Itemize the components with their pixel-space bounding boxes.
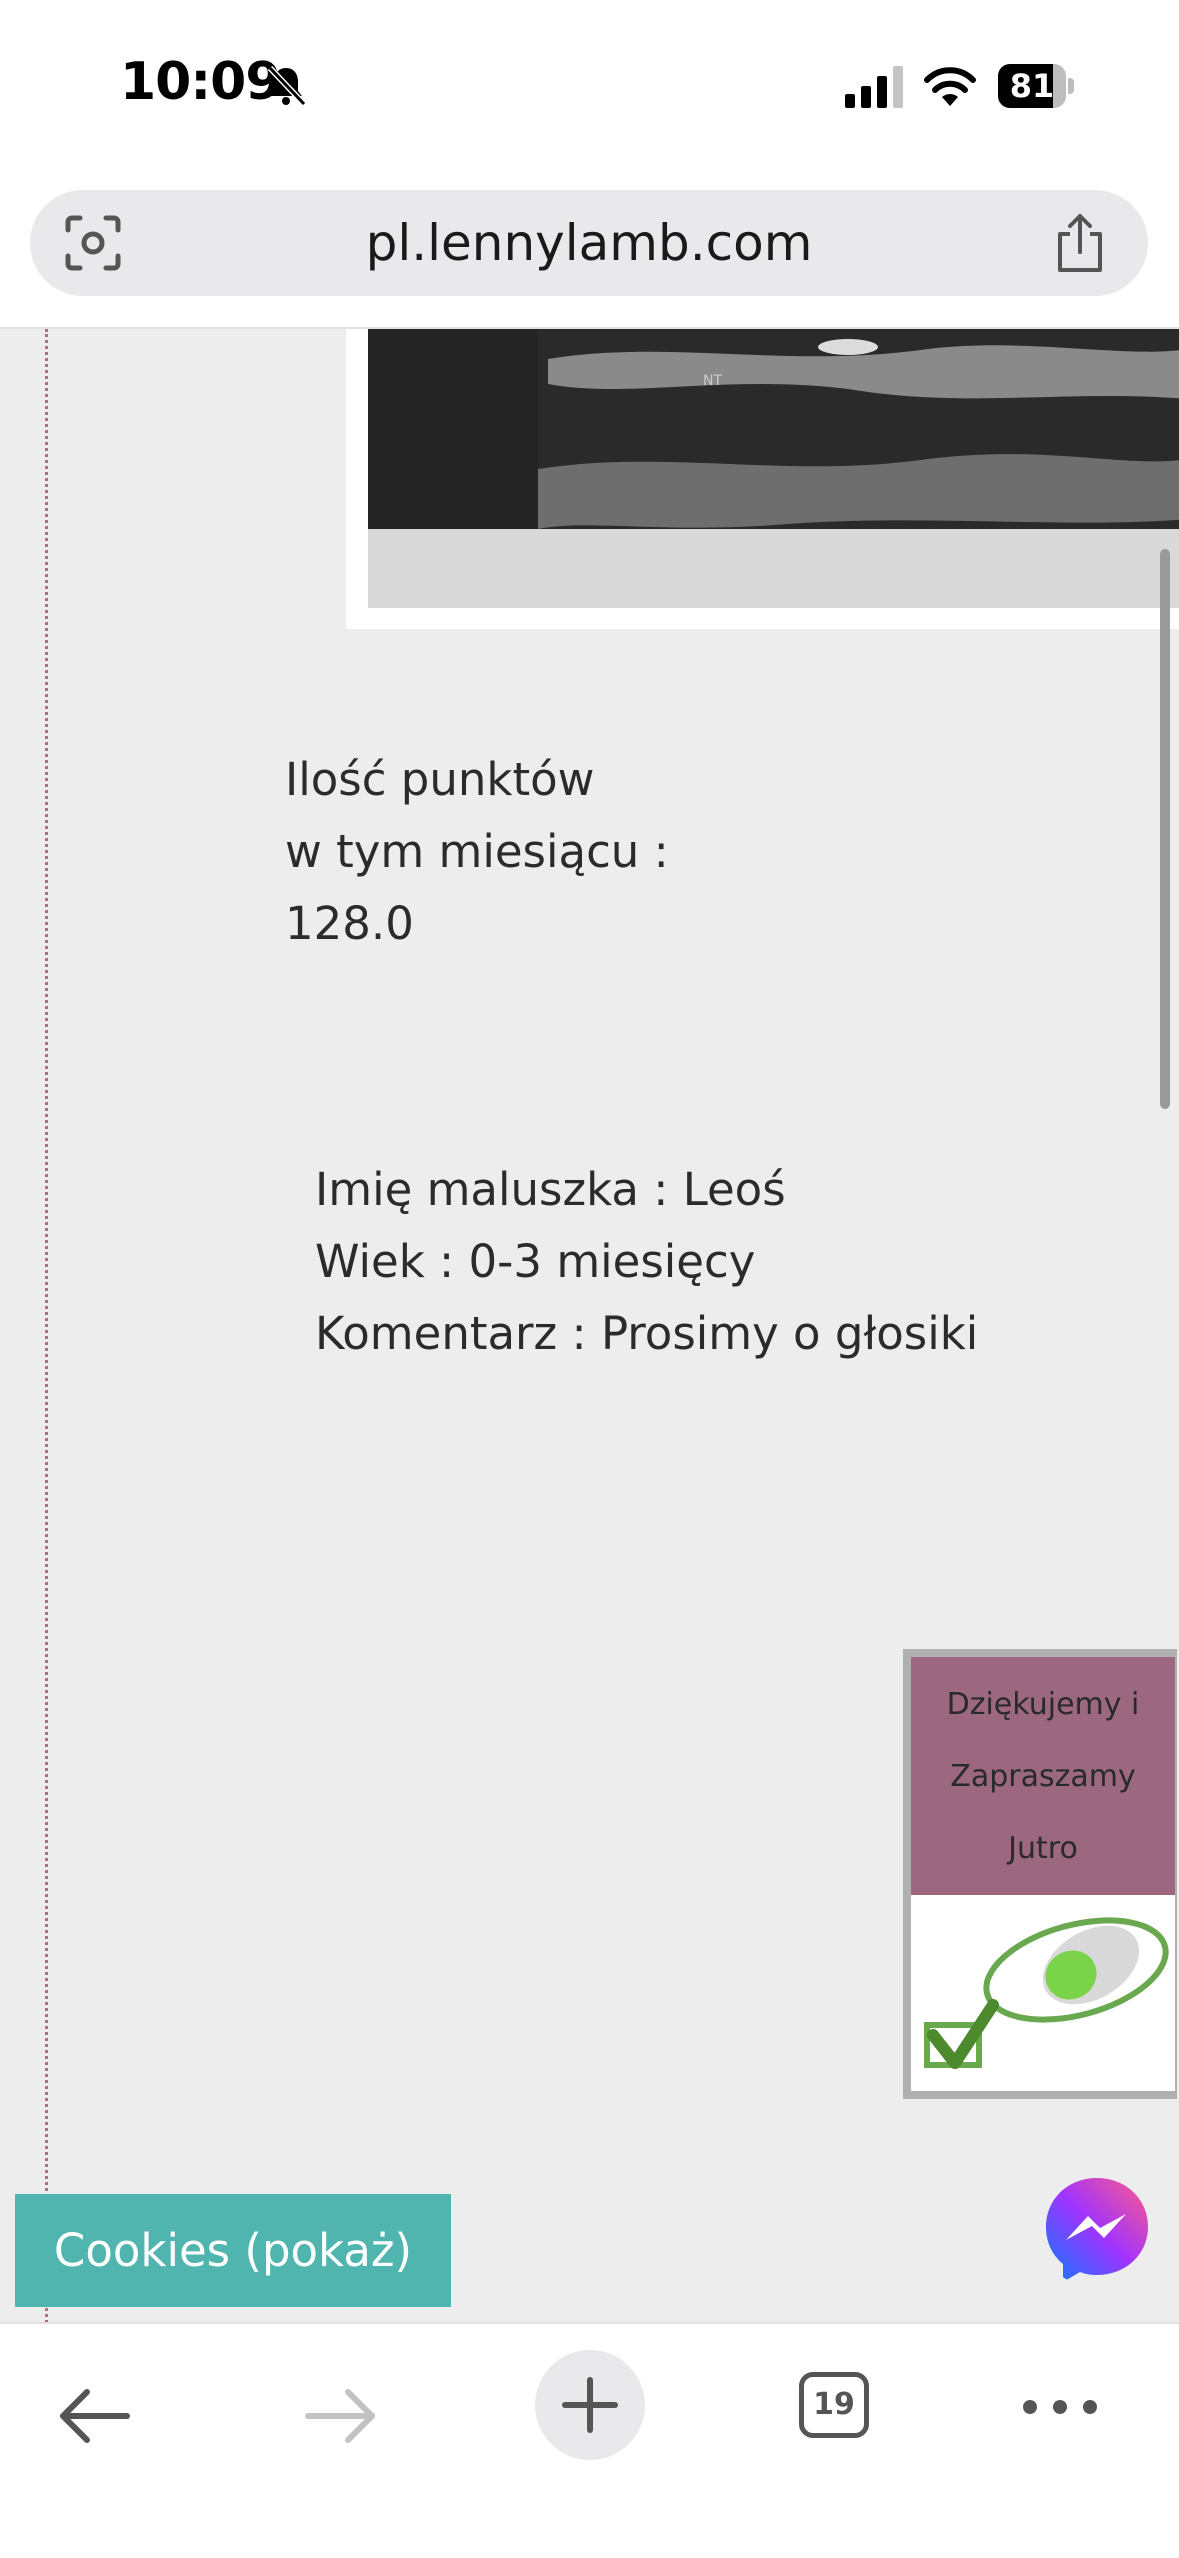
cookies-button[interactable]: Cookies (pokaż) — [15, 2194, 451, 2307]
baby-age: Wiek : 0-3 miesięcy — [315, 1235, 756, 1288]
thanks-banner: Dziękujemy i Zapraszamy Jutro — [911, 1657, 1175, 1895]
page-content: NT Ilość punktów w tym miesiącu : 128.0 … — [0, 329, 1179, 2329]
browser-address-area: pl.lennylamb.com — [0, 170, 1179, 329]
thanks-line3: Jutro — [1008, 1831, 1078, 1866]
monthly-points: Ilość punktów w tym miesiącu : 128.0 — [285, 744, 669, 960]
new-tab-button[interactable] — [535, 2350, 645, 2460]
thanks-widget[interactable]: Dziękujemy i Zapraszamy Jutro — [903, 1649, 1177, 2099]
baby-comment: Komentarz : Prosimy o głosiki — [315, 1307, 979, 1360]
battery-indicator: 81 — [998, 64, 1074, 108]
thanks-line1: Dziękujemy i — [946, 1687, 1140, 1722]
signal-icon — [845, 66, 903, 108]
messenger-icon[interactable] — [1038, 2170, 1156, 2288]
points-value: 128.0 — [285, 897, 414, 950]
thanks-line2: Zapraszamy — [950, 1759, 1136, 1794]
mouse-checkmark-icon — [911, 1895, 1175, 2091]
plus-icon — [562, 2377, 618, 2433]
page-scrollbar[interactable] — [1160, 549, 1170, 1109]
url-text[interactable]: pl.lennylamb.com — [30, 190, 1148, 296]
svg-text:NT: NT — [703, 373, 722, 389]
points-label-line2: w tym miesiącu : — [285, 825, 669, 878]
status-time: 10:09 — [120, 52, 282, 112]
ultrasound-photo: NT — [368, 329, 1179, 608]
status-bar: 10:09 81 — [0, 0, 1179, 170]
more-icon[interactable] — [1020, 2392, 1100, 2422]
points-label-line1: Ilość punktów — [285, 753, 595, 806]
share-icon[interactable] — [1050, 212, 1110, 274]
battery-percentage: 81 — [1009, 67, 1055, 105]
address-bar[interactable]: pl.lennylamb.com — [30, 190, 1148, 296]
decorative-dotted-line — [45, 329, 48, 2329]
baby-name: Imię maluszka : Leoś — [315, 1163, 786, 1216]
baby-info: Imię maluszka : Leoś Wiek : 0-3 miesięcy… — [315, 1154, 978, 1370]
wifi-icon — [924, 67, 976, 106]
browser-toolbar: 19 — [0, 2322, 1179, 2558]
bell-off-icon — [267, 65, 307, 107]
forward-icon[interactable] — [300, 2386, 380, 2446]
back-icon[interactable] — [55, 2386, 135, 2446]
tab-count-button[interactable]: 19 — [799, 2372, 869, 2438]
